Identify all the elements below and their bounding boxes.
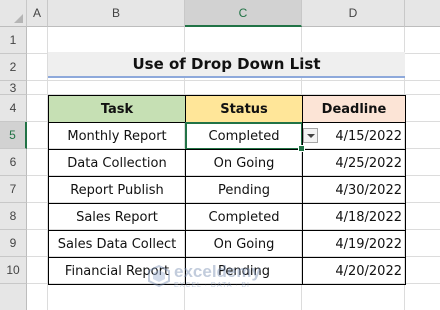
cell-deadline[interactable]: 4/19/2022 bbox=[302, 230, 406, 258]
cell-status[interactable]: On Going bbox=[185, 230, 303, 258]
row-header-4[interactable]: 4 bbox=[0, 95, 27, 122]
cell-deadline[interactable]: 4/20/2022 bbox=[302, 257, 406, 285]
header-task[interactable]: Task bbox=[48, 95, 186, 123]
column-header-b[interactable]: B bbox=[48, 0, 185, 27]
row-header-8[interactable]: 8 bbox=[0, 203, 27, 230]
row-header-6[interactable]: 6 bbox=[0, 149, 27, 176]
cell-deadline[interactable]: 4/18/2022 bbox=[302, 203, 406, 231]
column-header-e[interactable] bbox=[405, 0, 440, 27]
cell-status[interactable]: Pending bbox=[185, 176, 303, 204]
row-header-11[interactable] bbox=[0, 284, 27, 310]
cell-task[interactable]: Sales Report bbox=[48, 203, 186, 231]
column-header-a[interactable]: A bbox=[27, 0, 48, 27]
row-header-2[interactable]: 2 bbox=[0, 54, 27, 81]
row-header-1[interactable]: 1 bbox=[0, 27, 27, 54]
dropdown-button[interactable] bbox=[303, 128, 318, 143]
spreadsheet: A B C D 1 2 3 4 5 6 7 8 9 10 Use of Drop… bbox=[0, 0, 440, 310]
select-all-corner[interactable] bbox=[0, 0, 27, 27]
cell-status-selected[interactable]: Completed bbox=[185, 122, 303, 150]
column-header-d[interactable]: D bbox=[302, 0, 405, 27]
cell-deadline[interactable]: 4/25/2022 bbox=[302, 149, 406, 177]
cell-task[interactable]: Data Collection bbox=[48, 149, 186, 177]
row-header-5[interactable]: 5 bbox=[0, 122, 27, 149]
cell-task[interactable]: Financial Report bbox=[48, 257, 186, 285]
column-header-c[interactable]: C bbox=[185, 0, 302, 27]
row-header-7[interactable]: 7 bbox=[0, 176, 27, 203]
row-header-3[interactable]: 3 bbox=[0, 81, 27, 95]
row-header-9[interactable]: 9 bbox=[0, 230, 27, 257]
cell-status[interactable]: Pending bbox=[185, 257, 303, 285]
row-header-10[interactable]: 10 bbox=[0, 257, 27, 284]
gridline bbox=[27, 80, 440, 81]
header-status[interactable]: Status bbox=[185, 95, 303, 123]
cell-status[interactable]: On Going bbox=[185, 149, 303, 177]
cell-task[interactable]: Report Publish bbox=[48, 176, 186, 204]
sheet-title[interactable]: Use of Drop Down List bbox=[48, 52, 405, 78]
cell-deadline[interactable]: 4/30/2022 bbox=[302, 176, 406, 204]
header-deadline[interactable]: Deadline bbox=[302, 95, 406, 123]
cell-task[interactable]: Monthly Report bbox=[48, 122, 186, 150]
fill-handle[interactable] bbox=[298, 145, 305, 152]
cell-status[interactable]: Completed bbox=[185, 203, 303, 231]
cell-task[interactable]: Sales Data Collect bbox=[48, 230, 186, 258]
chevron-down-icon bbox=[306, 133, 315, 138]
